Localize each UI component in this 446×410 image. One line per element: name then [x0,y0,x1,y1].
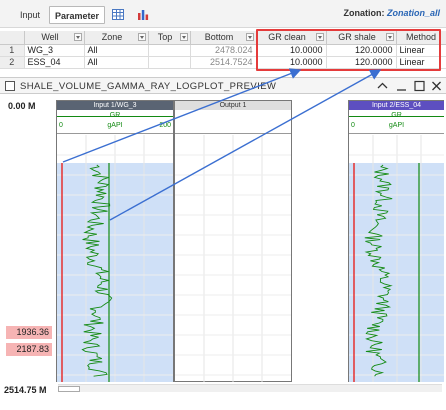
close-icon[interactable] [430,79,443,93]
curve-unit: gAPI [388,122,405,129]
gr-log-curve [57,135,173,382]
row-index: 2 [0,56,25,69]
tab-input[interactable]: Input [14,6,46,24]
horizontal-scrollbar[interactable] [58,384,442,392]
track-input-1[interactable]: Input 1/WG_3 GR 0 gAPI 200 [56,100,174,382]
zonation-value[interactable]: Zonation_all [387,8,440,18]
filter-icon[interactable] [179,33,188,42]
depth-marker[interactable]: 1936.36 [6,326,52,339]
logplot-window-titlebar[interactable]: SHALE_VOLUME_GAMMA_RAY_LOGPLOT_PREVIEW [0,77,446,94]
track-output-1[interactable]: Output 1 [174,100,292,382]
cell-bottom[interactable]: 2478.024 [190,44,257,57]
column-header-method[interactable]: Method [396,31,446,45]
minimize-icon[interactable] [395,79,408,93]
filter-icon[interactable] [245,33,254,42]
cell-zone[interactable]: All [84,56,149,69]
curve-max: 200 [159,122,171,129]
maximize-icon[interactable] [413,79,426,93]
curve-header [175,110,291,134]
depth-bottom-label: 2514.75 M [4,385,47,395]
curve-scale-line [349,116,444,117]
zonation-label: Zonation: [343,8,385,18]
table-grid-icon[interactable] [112,9,124,20]
depth-marker[interactable]: 2187.83 [6,343,52,356]
cell-gr-clean[interactable]: 10.0000 [256,56,327,69]
window-icon [5,81,15,91]
track-header[interactable]: Input 1/WG_3 [57,101,173,110]
filter-icon[interactable] [137,33,146,42]
filter-icon[interactable] [315,33,324,42]
window-title: SHALE_VOLUME_GAMMA_RAY_LOGPLOT_PREVIEW [20,81,277,92]
curve-header[interactable]: GR 0 gAPI [349,110,444,134]
cell-well[interactable]: ESS_04 [24,56,85,69]
track-body [57,135,173,382]
column-header-zone[interactable]: Zone [84,31,149,45]
collapse-icon[interactable] [376,79,389,93]
cell-gr-shale[interactable]: 120.0000 [326,56,397,69]
row-index: 1 [0,44,25,57]
tab-parameter[interactable]: Parameter [49,6,105,24]
track-body [175,135,291,382]
toolbar: Input Parameter Zonation: Zonation_all [0,0,446,28]
filter-icon[interactable] [385,33,394,42]
cell-well[interactable]: WG_3 [24,44,85,57]
bar-chart-icon[interactable] [137,9,149,20]
cell-zone[interactable]: All [84,44,149,57]
column-header-top[interactable]: Top [148,31,191,45]
zonation-indicator[interactable]: Zonation: Zonation_all [343,8,440,18]
track-body [349,135,444,382]
grid-lines [175,135,291,382]
cell-method[interactable]: Linear [396,56,446,69]
cell-top[interactable] [148,44,191,57]
table-row[interactable]: 2 ESS_04 All 2514.7524 10.0000 120.0000 … [0,56,446,69]
track-header[interactable]: Output 1 [175,101,291,110]
curve-header[interactable]: GR 0 gAPI 200 [57,110,173,134]
parameter-table: Well Zone Top Bottom GR clean GR shale M… [0,31,446,69]
scrollbar-thumb[interactable] [58,386,80,392]
table-row[interactable]: 1 WG_3 All 2478.024 10.0000 120.0000 Lin… [0,44,446,57]
cell-gr-shale[interactable]: 120.0000 [326,44,397,57]
column-header-well[interactable]: Well [24,31,85,45]
cell-method[interactable]: Linear [396,44,446,57]
cell-bottom[interactable]: 2514.7524 [190,56,257,69]
depth-top-label: 0.00 M [8,101,36,111]
row-index-header [0,31,25,45]
filter-icon[interactable] [73,33,82,42]
curve-unit: gAPI [107,122,123,129]
column-header-gr-shale[interactable]: GR shale [326,31,397,45]
track-header[interactable]: Input 2/ESS_04 [349,101,444,110]
gr-log-curve [349,135,444,382]
track-input-2[interactable]: Input 2/ESS_04 GR 0 gAPI [348,100,444,382]
cell-top[interactable] [148,56,191,69]
column-header-gr-clean[interactable]: GR clean [256,31,327,45]
curve-scale-line [57,116,173,117]
table-header-row: Well Zone Top Bottom GR clean GR shale M… [0,31,446,45]
cell-gr-clean[interactable]: 10.0000 [256,44,327,57]
column-header-bottom[interactable]: Bottom [190,31,257,45]
